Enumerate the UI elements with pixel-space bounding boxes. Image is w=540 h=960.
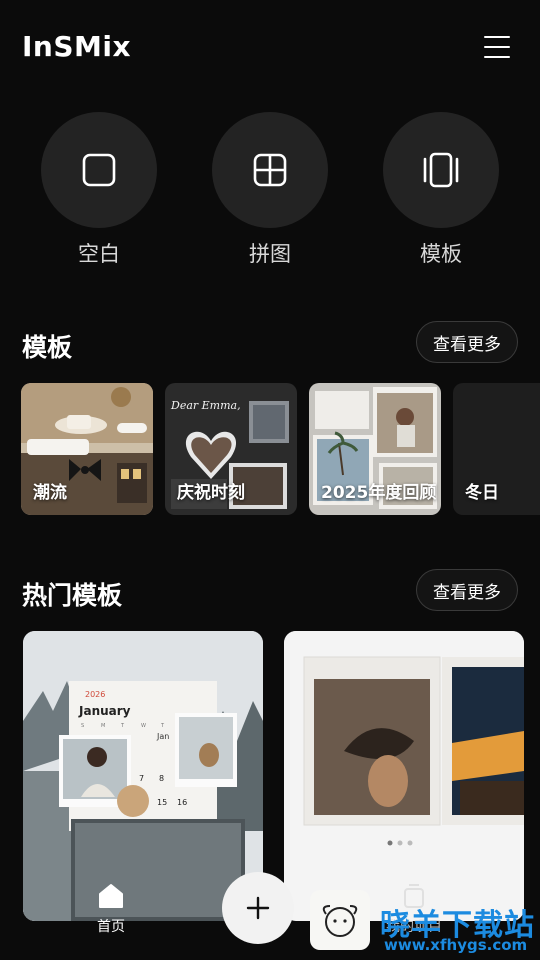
template-card-trend[interactable]: 潮流 [21, 383, 153, 515]
menu-icon [484, 36, 510, 38]
year-text: 2026 [85, 690, 105, 699]
day-15: 15 [157, 798, 167, 807]
day-16: 16 [177, 798, 187, 807]
carousel-icon [423, 152, 459, 188]
template-label: 2025年度回顾 [321, 483, 437, 503]
quick-action-collage[interactable]: 拼图 [212, 112, 328, 268]
weekday-m: M [101, 723, 105, 729]
grid-icon [253, 153, 287, 187]
top-bar: InSMix [0, 0, 540, 96]
quick-action-label: 空白 [78, 242, 120, 266]
template-card-celebrate[interactable]: Dear Emma, 庆祝时刻 [165, 383, 297, 515]
template-label: 潮流 [33, 483, 67, 503]
quick-action-blank[interactable]: 空白 [41, 112, 157, 268]
template-circle [383, 112, 499, 228]
template-card-2025-review[interactable]: 2025年度回顾 [309, 383, 441, 515]
gallery-thumbnail [284, 631, 524, 871]
day-8: 8 [159, 774, 164, 783]
jan-chip: Jan [156, 732, 169, 741]
templates-more-button[interactable]: 查看更多 [416, 321, 518, 363]
templates-section-title: 模板 [22, 333, 73, 362]
weekday-w: W [141, 723, 146, 729]
watermark-url: www.xfhygs.com [384, 936, 528, 954]
sheep-icon [322, 905, 358, 937]
menu-icon-line [484, 56, 510, 58]
day-7: 7 [139, 774, 144, 783]
home-icon [99, 884, 123, 908]
quick-action-template[interactable]: 模板 [383, 112, 499, 268]
month-text: January [78, 704, 131, 718]
template-label: 庆祝时刻 [177, 483, 245, 503]
nav-home[interactable]: 首页 [88, 882, 134, 936]
template-card-winter[interactable]: 冬日 [453, 383, 540, 515]
menu-button[interactable] [484, 34, 512, 60]
plus-icon [246, 896, 270, 920]
create-button[interactable] [222, 872, 294, 944]
collage-circle [212, 112, 328, 228]
nav-home-label: 首页 [97, 919, 125, 935]
dear-text: Dear Emma, [170, 399, 241, 412]
app-logo: InSMix [22, 30, 132, 63]
blank-circle [41, 112, 157, 228]
hot-section-title: 热门模板 [22, 581, 123, 610]
template-label: 冬日 [465, 483, 499, 503]
quick-action-label: 模板 [420, 242, 462, 266]
watermark-logo [310, 890, 370, 950]
square-icon [82, 153, 116, 187]
menu-icon-line [484, 46, 510, 48]
quick-action-label: 拼图 [249, 242, 291, 266]
hot-more-button[interactable]: 查看更多 [416, 569, 518, 611]
weekday-s: S [81, 723, 84, 729]
